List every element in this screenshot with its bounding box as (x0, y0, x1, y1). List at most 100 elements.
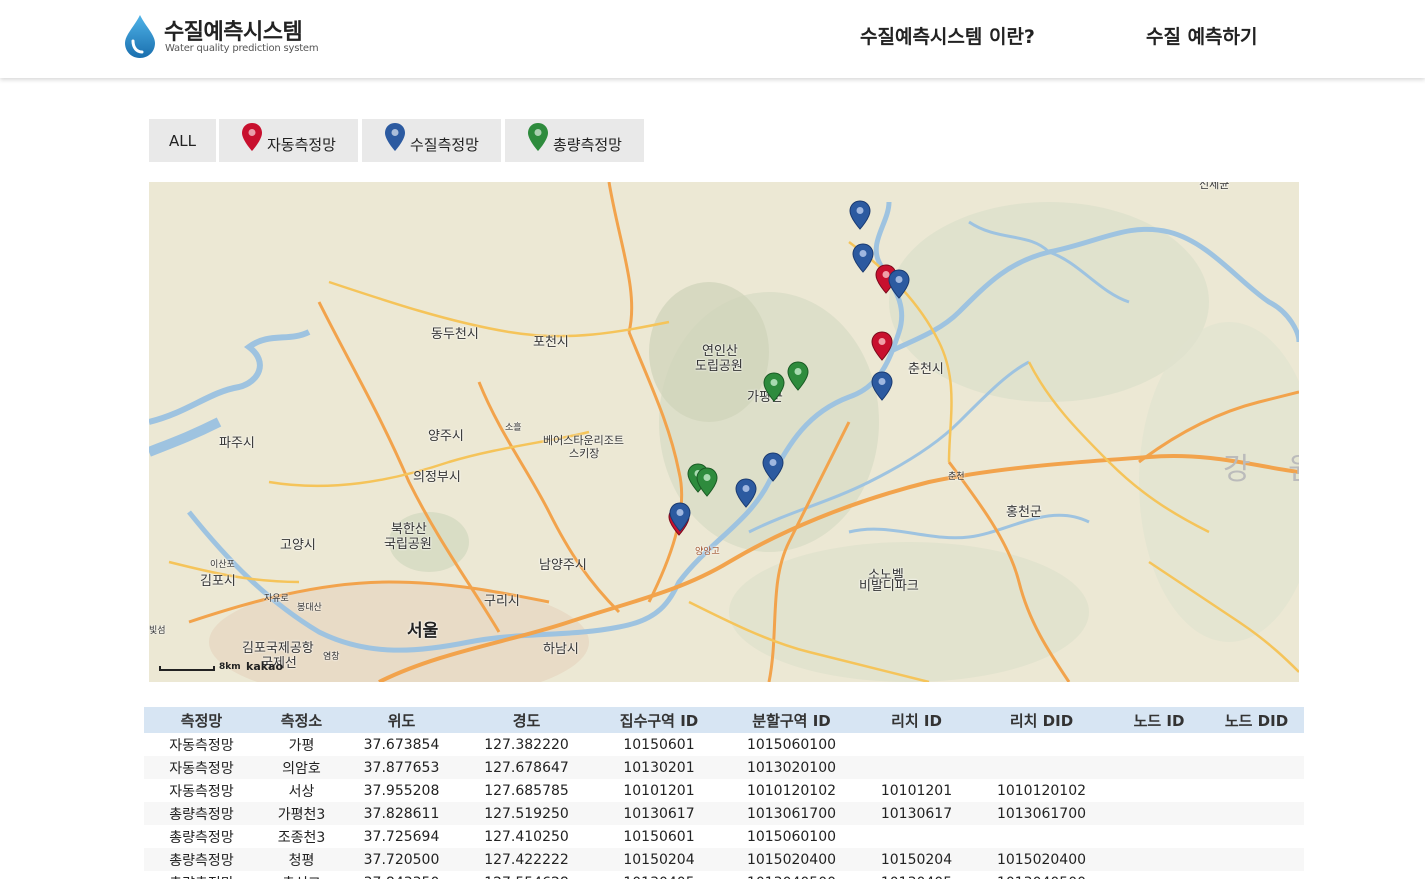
table-row[interactable]: 총량측정망춘성교37.843350127.5546281013040510130… (144, 871, 1304, 879)
table-cell: 1015020400 (996, 851, 1087, 868)
table-row[interactable]: 자동측정망 가평 37.673854 127.382220 10150601 101506… (144, 733, 1304, 756)
map-label: 하남시 (543, 642, 579, 657)
quality-station-marker[interactable] (852, 243, 874, 273)
table-cell: 127.554628 (459, 871, 594, 879)
table-cell: 1015060100 (746, 736, 837, 753)
total-station-marker[interactable] (787, 361, 809, 391)
table-cell: 127.382220 (484, 736, 569, 753)
table-row[interactable]: 총량측정망 가평천3 37.828611 127.519250 10130617 1013… (144, 802, 1304, 825)
col-header: 경도 (512, 711, 541, 730)
table-cell (859, 825, 974, 848)
table-cell: 37.720500 (363, 851, 440, 868)
table-cell: 37.673854 (363, 736, 440, 753)
col-header: 측정소 (280, 711, 323, 730)
table-row[interactable]: 자동측정망 의암호 37.877653 127.678647 10130201 10130… (144, 756, 1304, 779)
table-cell: 37.725694 (363, 828, 440, 845)
table-row[interactable]: 자동측정망 서상 37.955208 127.685785 10101201 101012… (144, 779, 1304, 802)
map-label: 춘천 (948, 472, 965, 482)
quality-station-marker[interactable] (888, 269, 910, 299)
map-label: 도립공원 (695, 359, 743, 374)
col-header: 집수구역 ID (619, 711, 699, 730)
table-cell: 1015060100 (746, 828, 837, 845)
scale-text: 8km (219, 662, 241, 672)
table-cell: 총량측정망 (169, 852, 234, 869)
filter-all-button[interactable]: ALL (149, 119, 216, 162)
table-body: 자동측정망 가평 37.673854 127.382220 10150601 101506… (144, 733, 1304, 879)
table-cell: 10130405 (594, 871, 724, 879)
col-header: 위도 (387, 711, 416, 730)
auto-station-marker[interactable] (871, 331, 893, 361)
table-cell: 서상 (288, 783, 315, 800)
table-cell: 10130617 (623, 805, 695, 822)
map-label: 자유로 (264, 594, 289, 604)
map-label: 스키장 (569, 447, 600, 460)
filter-total-button[interactable]: 총량측정망 (505, 119, 644, 162)
table-cell: 127.678647 (484, 759, 569, 776)
table-cell: 1010120102 (996, 782, 1087, 799)
table-cell (1209, 779, 1304, 802)
quality-station-marker[interactable] (762, 452, 784, 482)
top-header: 수질예측시스템 Water quality prediction system … (0, 0, 1425, 78)
map-label: 의정부시 (413, 470, 461, 485)
map-label: 춘천시 (908, 362, 944, 377)
quality-station-marker[interactable] (849, 200, 871, 230)
table-header-row: 측정망 측정소 위도 경도 집수구역 ID 분할구역 ID 리치 ID 리치 D… (144, 707, 1304, 733)
map-label: 염창 (323, 652, 340, 662)
map-label-seoul: 서울 (407, 621, 439, 641)
table-cell (1209, 802, 1304, 825)
table-cell: 1013061700 (746, 805, 837, 822)
table-cell (1109, 733, 1209, 756)
quality-station-marker[interactable] (735, 478, 757, 508)
table-cell: 10150601 (623, 736, 695, 753)
map-label: 동두천시 (431, 327, 479, 342)
filter-all-label: ALL (169, 131, 196, 150)
table-cell: 1015020400 (746, 851, 837, 868)
table-cell (974, 733, 1109, 756)
total-station-marker[interactable] (696, 467, 718, 497)
table-cell (1109, 756, 1209, 779)
table-cell: 1010120102 (746, 782, 837, 799)
logo-title: 수질예측시스템 (164, 20, 303, 45)
quality-station-marker[interactable] (669, 502, 691, 532)
map-label-region: 강 원 (1223, 452, 1299, 487)
col-header: 노드 DID (1224, 711, 1289, 730)
filter-auto-button[interactable]: 자동측정망 (219, 119, 358, 162)
nav-predict[interactable]: 수질 예측하기 (1146, 22, 1258, 49)
scale-bar (159, 666, 215, 671)
map-label: 봉대산 (297, 603, 322, 613)
table-cell: 가평 (288, 737, 315, 754)
filter-quality-button[interactable]: 수질측정망 (362, 119, 501, 162)
station-table: 측정망 측정소 위도 경도 집수구역 ID 분할구역 ID 리치 ID 리치 D… (144, 707, 1304, 879)
col-header: 노드 ID (1133, 711, 1185, 730)
table-cell: 춘성교 (259, 871, 344, 879)
total-station-marker[interactable] (763, 372, 785, 402)
red-map-pin-icon (241, 122, 262, 151)
nav-about[interactable]: 수질예측시스템 이란? (860, 22, 1035, 49)
map-label: 구리시 (484, 594, 520, 609)
table-cell: 10130617 (880, 805, 953, 822)
table-row[interactable]: 총량측정망 청평 37.720500 127.422222 10150204 101502… (144, 848, 1304, 871)
table-cell (1209, 848, 1304, 871)
table-cell: 127.410250 (484, 828, 569, 845)
table-cell: 37.955208 (363, 782, 440, 799)
table-cell: 10130201 (623, 759, 695, 776)
col-header: 측정망 (180, 711, 223, 730)
water-drop-icon (125, 15, 155, 58)
table-cell: 1013040500 (974, 871, 1109, 879)
table-cell: 10150204 (880, 851, 953, 868)
station-map[interactable]: 동두천시 포천시 연인산 도립공원 가평군 춘천시 파주시 양주시 의정부시 베… (149, 182, 1299, 682)
table-cell: 자동측정망 (169, 760, 234, 777)
table-cell: 자동측정망 (169, 783, 234, 800)
filter-quality-label: 수질측정망 (409, 136, 479, 154)
map-label: 포천시 (533, 335, 569, 350)
table-cell (1209, 733, 1304, 756)
table-cell: 127.519250 (484, 805, 569, 822)
site-logo[interactable]: 수질예측시스템 Water quality prediction system (122, 12, 322, 60)
quality-station-marker[interactable] (871, 371, 893, 401)
col-header: 리치 ID (891, 711, 942, 730)
table-cell (1109, 871, 1209, 879)
table-row[interactable]: 총량측정망 조종천3 37.725694 127.410250 10150601 1015… (144, 825, 1304, 848)
table-cell (1109, 848, 1209, 871)
table-cell (859, 756, 974, 779)
table-cell (1209, 756, 1304, 779)
